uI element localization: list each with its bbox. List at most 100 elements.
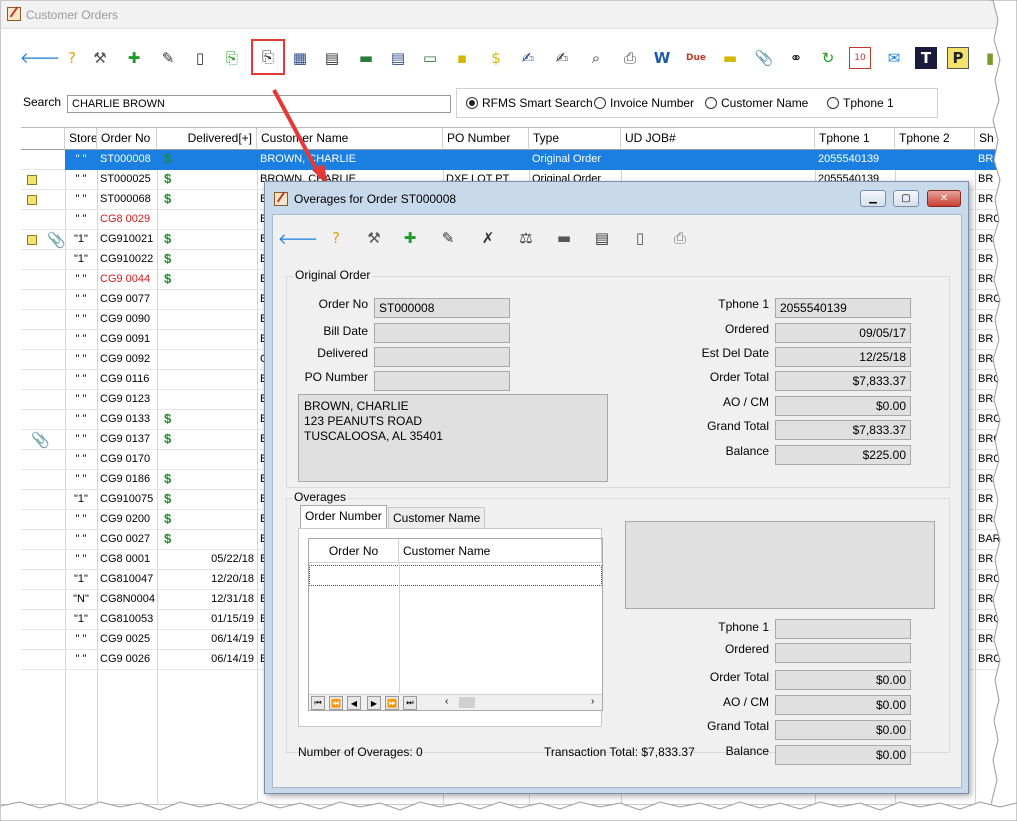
search-input[interactable] [67,95,451,113]
printer-icon[interactable]: ⎙ [669,227,691,249]
credit-card-icon[interactable]: ▭ [419,47,441,69]
maximize-button[interactable]: ▢ [893,190,919,207]
report-icon[interactable]: ▤ [387,47,409,69]
edit-document-icon[interactable]: ✎ [157,47,179,69]
radio-button[interactable] [705,97,717,109]
back-arrow-icon[interactable]: 🡐 [20,47,60,69]
calendar-icon[interactable]: 10 [849,47,871,69]
dollar-note-icon[interactable]: $ [485,47,507,69]
ordered-field[interactable]: 09/05/17 [775,323,911,343]
ticket-icon[interactable]: ▬ [719,47,741,69]
refresh-icon[interactable]: ↻ [817,47,839,69]
col-header-po-number[interactable]: PO Number [443,128,529,150]
col-customer-name[interactable]: Customer Name [399,539,602,563]
back-arrow-icon[interactable]: 🡐 [278,227,318,249]
calculator-icon[interactable]: ▦ [289,47,311,69]
money-icon[interactable]: ▬ [553,227,575,249]
scroll-right-arrow-icon[interactable]: › [591,696,594,707]
grand-total-field[interactable]: $7,833.37 [775,420,911,440]
help-icon[interactable]: ? [325,227,347,249]
edit-document-icon[interactable]: ✎ [437,227,459,249]
col-header-ud-job[interactable]: UD JOB# [621,128,815,150]
printer-icon[interactable]: ⎙ [619,47,641,69]
prev-page-button[interactable]: ⏪ [329,696,343,710]
copy-add-icon[interactable]: ⎘ [221,47,243,69]
overage-balance-field[interactable]: $0.00 [775,745,911,765]
radio-button[interactable] [594,97,606,109]
paperclip-icon[interactable]: 📎 [31,431,50,449]
search-option-customer-name[interactable]: Customer Name [705,96,808,110]
scroll-left-arrow-icon[interactable]: ‹ [445,696,448,707]
document-icon[interactable]: ▯ [629,227,651,249]
delete-document-icon[interactable]: ✗ [477,227,499,249]
paperclip-icon[interactable]: 📎 [47,231,66,249]
order-no-field[interactable]: ST000008 [374,298,510,318]
tools-icon[interactable]: ⚒ [89,47,111,69]
last-record-button[interactable]: ⏭ [403,696,417,710]
est-del-date-field[interactable]: 12/25/18 [775,347,911,367]
next-page-button[interactable]: ⏩ [385,696,399,710]
overage-ordered-field[interactable] [775,643,911,663]
tab-order-number[interactable]: Order Number [300,505,387,529]
overage-grand-total-field[interactable]: $0.00 [775,720,911,740]
col-header-customer-name[interactable]: Customer Name [257,128,443,150]
delivered-field[interactable] [374,347,510,367]
col-header-tphone-2[interactable]: Tphone 2 [895,128,975,150]
order-total-field[interactable]: $7,833.37 [775,371,911,391]
overages-icon[interactable]: ⎘ [251,39,285,75]
scale-icon[interactable]: ⚖ [515,227,537,249]
paperclip-icon[interactable]: 📎 [753,47,775,69]
add-document-icon[interactable]: ✚ [399,227,421,249]
p-icon[interactable]: P [947,47,969,69]
radio-button[interactable] [827,97,839,109]
document-icon[interactable]: ▯ [189,47,211,69]
prev-record-button[interactable]: ◀ [347,696,361,710]
ao-cm-field[interactable]: $0.00 [775,396,911,416]
contract-icon[interactable]: ✍ [517,47,539,69]
tools-icon[interactable]: ⚒ [363,227,385,249]
overage-ao-cm-field[interactable]: $0.00 [775,695,911,715]
t-icon[interactable]: T [915,47,937,69]
note-icon[interactable] [27,235,37,245]
po-number-field[interactable] [374,371,510,391]
overage-order-total-field[interactable]: $0.00 [775,670,911,690]
add-document-icon[interactable]: ✚ [123,47,145,69]
money-icon[interactable]: ▬ [355,47,377,69]
search-option-tphone-1[interactable]: Tphone 1 [827,96,894,110]
radio-button[interactable] [466,97,478,109]
help-icon[interactable]: ? [61,47,83,69]
order-total-label: Order Total [709,370,769,384]
tphone1-field[interactable]: 2055540139 [775,298,911,318]
report-icon[interactable]: ▤ [591,227,613,249]
due-icon[interactable]: Due [685,47,707,69]
col-order-no[interactable]: Order No [309,539,399,563]
bill-date-field[interactable] [374,323,510,343]
first-record-button[interactable]: ⏮ [311,696,325,710]
search-option-rfms-smart-search[interactable]: RFMS Smart Search [466,96,593,110]
overages-list[interactable]: Order No Customer Name ⏮ ⏪ ◀ ▶ ⏩ ⏭ ‹ › [308,538,603,711]
note-icon[interactable] [27,175,37,185]
register-icon[interactable]: ▤ [321,47,343,69]
preview-icon[interactable]: ⌕ [585,47,607,69]
close-button[interactable]: ✕ [927,190,961,207]
table-row[interactable]: " " ST000008 $ BROWN, CHARLIE Original Order… [21,150,999,170]
scrollbar-thumb[interactable] [459,697,475,708]
col-header-delivered[interactable]: Delivered[+] [157,128,257,150]
note-icon[interactable]: ▪ [451,47,473,69]
word-icon[interactable]: W [651,47,673,69]
email-icon[interactable]: ✉ [883,47,905,69]
binoculars-icon[interactable]: ⚭ [785,47,807,69]
col-header-order-no[interactable]: Order No [97,128,157,150]
col-header-type[interactable]: Type [529,128,621,150]
overage-tphone1-field[interactable] [775,619,911,639]
search-option-invoice-number[interactable]: Invoice Number [594,96,694,110]
balance-field[interactable]: $225.00 [775,445,911,465]
minimize-button[interactable]: ▁ [860,190,886,207]
signature-icon[interactable]: ✍ [551,47,573,69]
next-record-button[interactable]: ▶ [367,696,381,710]
empty-row[interactable] [309,565,602,586]
col-header-tphone-1[interactable]: Tphone 1 [815,128,895,150]
tab-customer-name[interactable]: Customer Name [388,507,486,529]
col-header-store[interactable]: Store [65,128,97,150]
note-icon[interactable] [27,195,37,205]
